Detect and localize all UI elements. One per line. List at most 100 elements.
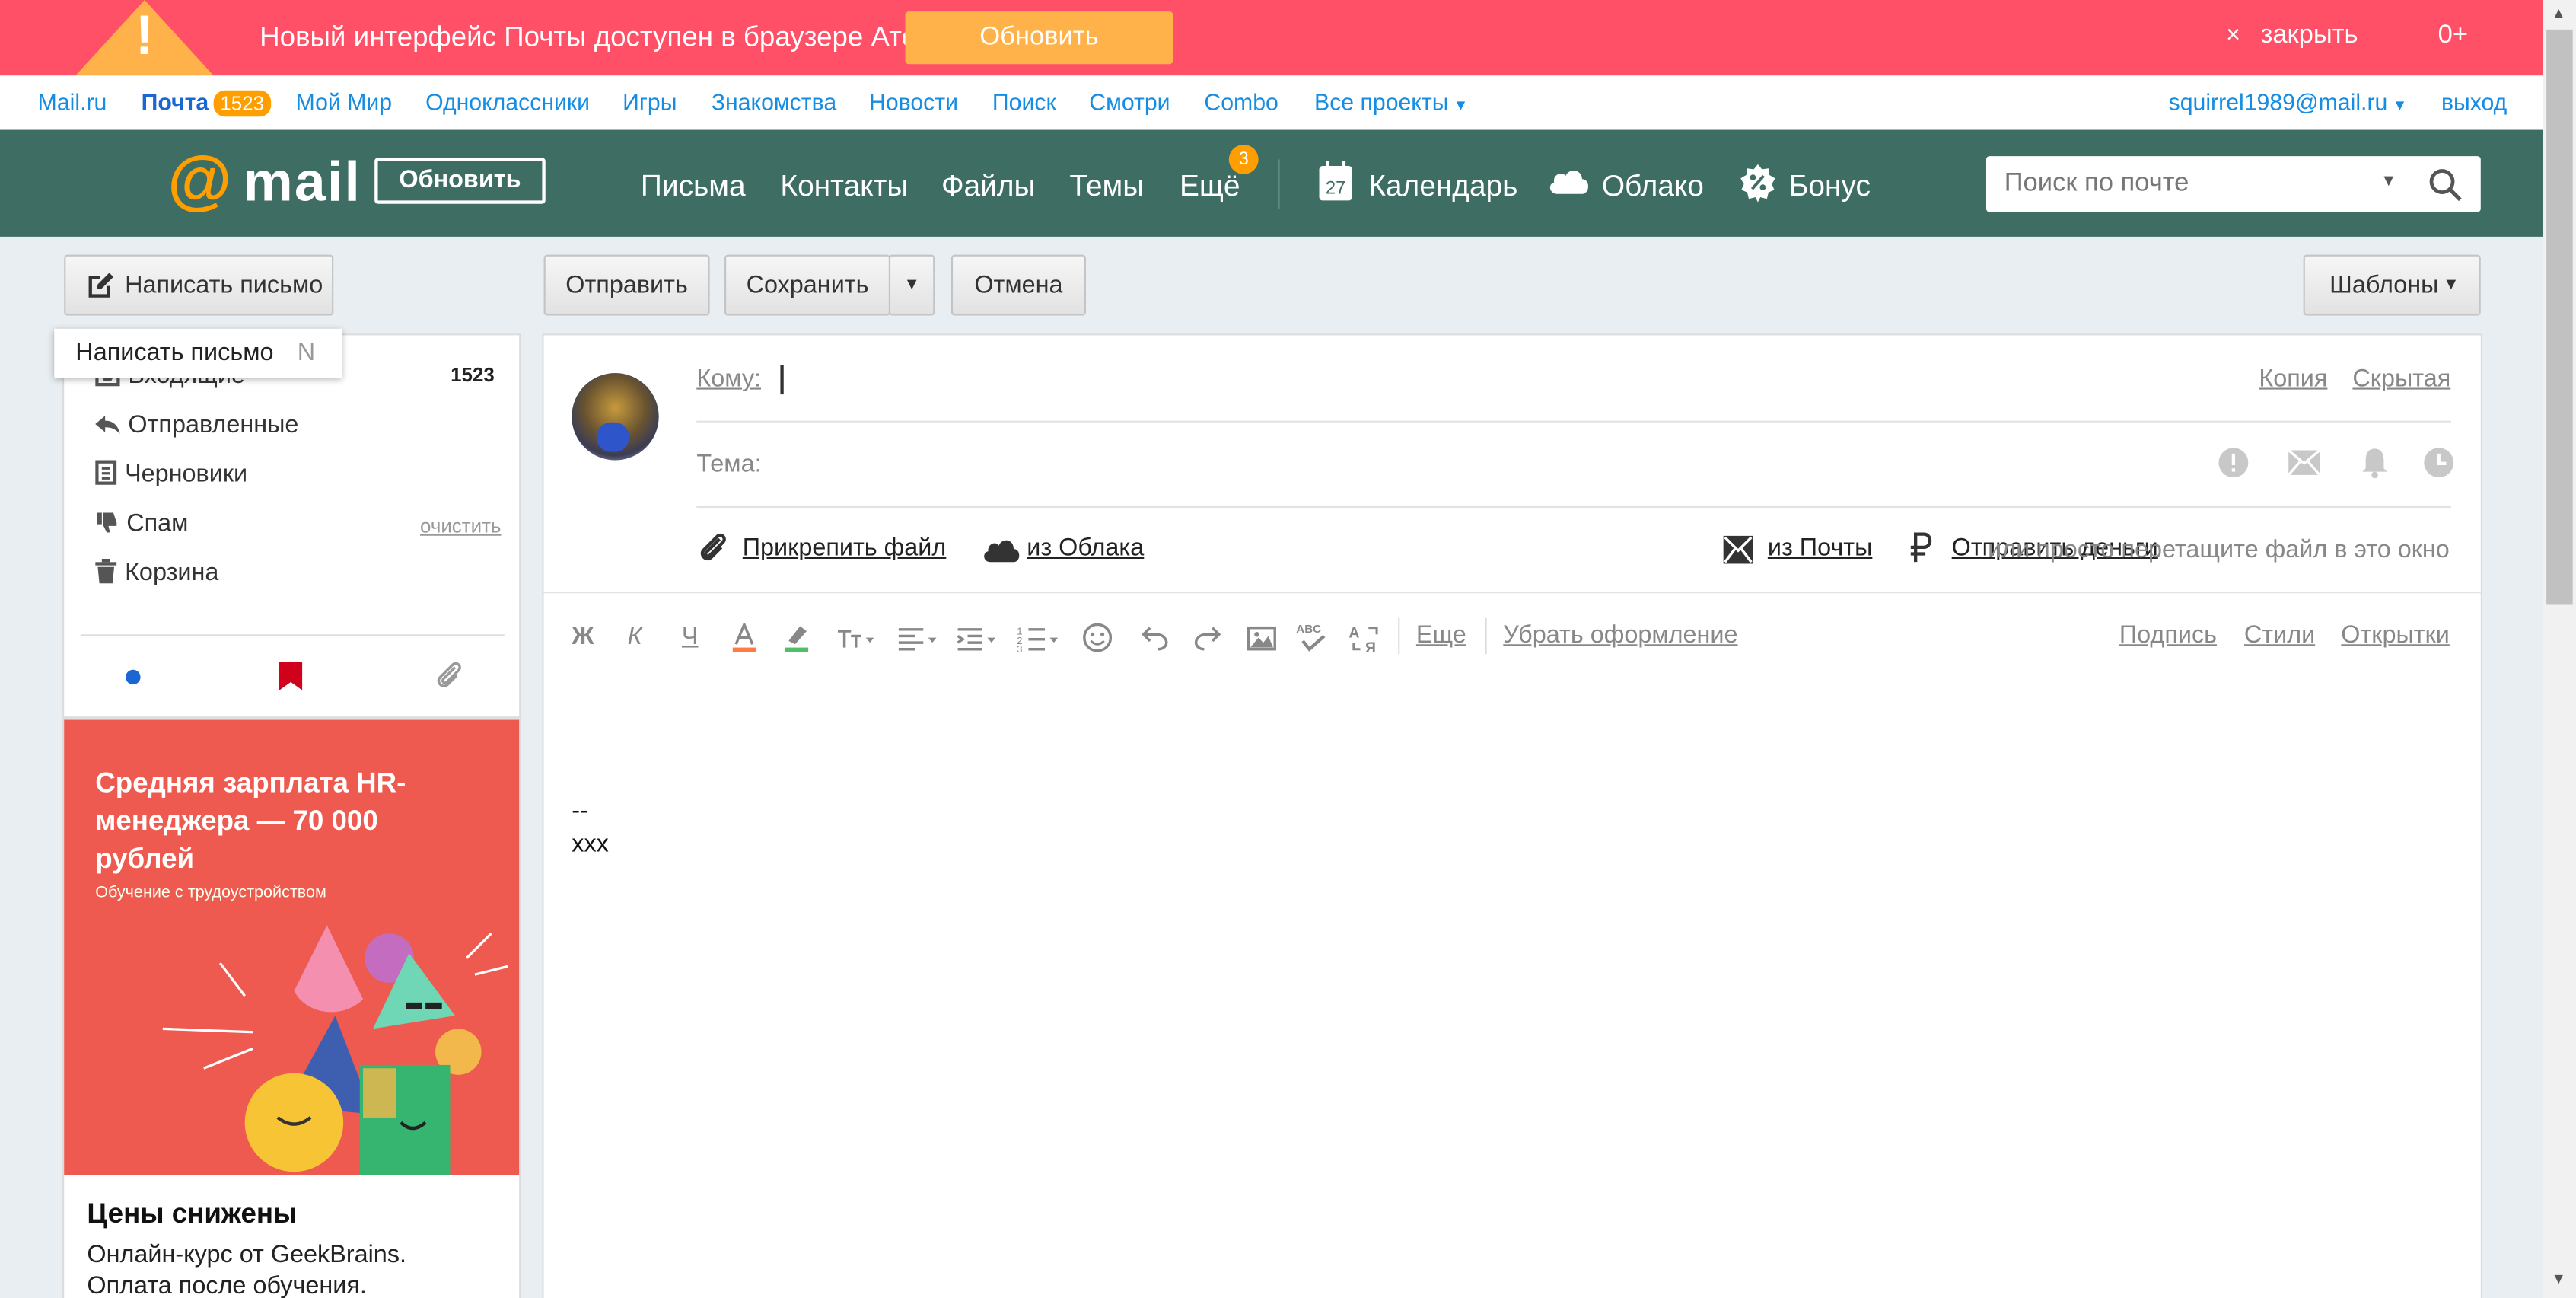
scheduled-clock-icon[interactable] — [2423, 447, 2454, 478]
search-input[interactable]: Поиск по почте — [2004, 169, 2189, 199]
bold-button[interactable]: Ж — [572, 623, 594, 651]
nav-themes[interactable]: Темы — [1069, 169, 1144, 203]
inbox-count: 1523 — [451, 363, 495, 387]
nav-calendar[interactable]: Календарь — [1368, 169, 1517, 203]
avatar-detail — [596, 422, 629, 452]
nav-letters[interactable]: Письма — [641, 169, 746, 203]
logout-link[interactable]: выход — [2441, 89, 2507, 116]
spellcheck-icon[interactable]: ABC — [1296, 621, 1329, 652]
folder-sent[interactable]: Отправленные — [95, 411, 298, 439]
portal-link-mailru[interactable]: Mail.ru — [38, 89, 107, 116]
portal-link-games[interactable]: Игры — [623, 89, 677, 116]
flag-filter-icon[interactable] — [279, 662, 303, 690]
banner-close-link[interactable]: закрыть — [2261, 21, 2358, 51]
image-icon[interactable] — [1247, 626, 1277, 651]
save-options-chevron-icon[interactable]: ▼ — [888, 254, 935, 316]
compose-tooltip: Написать письмо N — [54, 328, 342, 378]
user-menu[interactable]: squirrel1989@mail.ru ▼ — [2169, 89, 2407, 116]
portal-link-ok[interactable]: Одноклассники — [425, 89, 590, 116]
portal-link-combo[interactable]: Combo — [1204, 89, 1278, 116]
more-formatting-link[interactable]: Еще — [1416, 621, 1466, 649]
nav-cloud[interactable]: Облако — [1602, 169, 1704, 203]
save-button[interactable]: Сохранить — [724, 254, 891, 316]
undo-icon[interactable] — [1142, 627, 1168, 651]
more-count-badge: 3 — [1228, 144, 1259, 174]
compose-button[interactable]: Написать письмо — [64, 254, 334, 316]
notify-envelope-icon[interactable] — [2287, 447, 2321, 478]
bcc-link[interactable]: Скрытая — [2352, 365, 2450, 393]
search-icon[interactable] — [2428, 167, 2463, 202]
italic-button[interactable]: К — [628, 623, 642, 651]
from-cloud-link[interactable]: из Облака — [984, 534, 1144, 563]
emoji-icon[interactable] — [1083, 623, 1113, 652]
subject-label[interactable]: Тема: — [696, 451, 761, 479]
font-size-icon[interactable] — [836, 627, 876, 649]
ad-headline: Средняя зарплата HR-менеджера — 70 000 р… — [95, 767, 406, 875]
folder-drafts[interactable]: Черновики — [95, 460, 247, 488]
folder-spam[interactable]: Спам — [95, 509, 188, 537]
header-update-button[interactable]: Обновить — [374, 158, 546, 204]
text-color-icon[interactable] — [731, 623, 758, 653]
mail-search[interactable]: Поиск по почте ▼ — [1985, 156, 2481, 212]
nav-more[interactable]: Ещё — [1180, 169, 1240, 203]
signature-dash: -- — [572, 797, 588, 825]
list-icon[interactable]: 123 — [1017, 627, 1059, 653]
send-button[interactable]: Отправить — [543, 254, 710, 316]
cc-link[interactable]: Копия — [2259, 365, 2327, 393]
indent-icon[interactable] — [956, 628, 998, 651]
attachment-filter-icon[interactable] — [435, 662, 465, 692]
close-icon[interactable]: × — [2226, 21, 2240, 49]
templates-button[interactable]: Шаблоны ▼ — [2303, 254, 2481, 316]
to-label[interactable]: Кому: — [696, 365, 761, 393]
nav-contacts[interactable]: Контакты — [780, 169, 908, 203]
attach-file-link[interactable]: Прикрепить файл — [700, 533, 946, 562]
translate-icon[interactable]: AЯ — [1348, 623, 1381, 654]
portal-link-mail[interactable]: Почта 1523 — [142, 89, 271, 117]
spam-clear-link[interactable]: очистить — [420, 515, 501, 537]
portal-all-projects[interactable]: Все проекты ▼ — [1314, 89, 1468, 116]
folder-trash[interactable]: Корзина — [95, 558, 218, 587]
portal-link-dating[interactable]: Знакомства — [712, 89, 836, 116]
page-scrollbar[interactable]: ▲ ▼ — [2543, 0, 2576, 1298]
to-input[interactable] — [780, 365, 784, 395]
ad-title: Цены снижены — [87, 1198, 298, 1229]
align-icon[interactable] — [897, 628, 940, 651]
search-options-chevron-icon[interactable]: ▼ — [2380, 173, 2396, 191]
paperclip-icon — [700, 533, 726, 561]
ad-block[interactable]: Средняя зарплата HR-менеджера — 70 000 р… — [62, 718, 521, 1298]
redo-icon[interactable] — [1194, 627, 1221, 651]
unread-filter-icon[interactable] — [125, 669, 142, 686]
nav-bonus[interactable]: Бонус — [1789, 169, 1871, 203]
nav-files[interactable]: Файлы — [941, 169, 1035, 203]
message-body[interactable]: -- xxx — [572, 796, 609, 861]
portal-link-news[interactable]: Новости — [869, 89, 958, 116]
drop-hint: или просто перетащите файл в это окно — [1988, 535, 2450, 564]
importance-icon[interactable] — [2218, 447, 2249, 478]
mail-header: @ mail Обновить Письма Контакты Файлы Те… — [0, 129, 2543, 237]
reminder-bell-icon[interactable] — [2361, 447, 2389, 479]
signature-link[interactable]: Подпись — [2119, 621, 2217, 649]
cancel-button[interactable]: Отмена — [950, 254, 1086, 316]
age-rating: 0+ — [2437, 21, 2469, 49]
underline-button[interactable]: Ч — [682, 623, 699, 651]
mail-count-badge: 1523 — [213, 90, 271, 117]
banner-update-button[interactable]: Обновить — [905, 11, 1173, 65]
postcards-link[interactable]: Открытки — [2341, 621, 2450, 649]
styles-link[interactable]: Стили — [2244, 621, 2315, 649]
clear-formatting-link[interactable]: Убрать оформление — [1503, 621, 1737, 649]
scroll-up-icon[interactable]: ▲ — [2552, 5, 2566, 21]
cloud-icon — [1549, 171, 1589, 194]
logo-at: @ — [167, 144, 232, 217]
svg-text:Я: Я — [1365, 639, 1376, 654]
ad-image[interactable]: Средняя зарплата HR-менеджера — 70 000 р… — [64, 719, 520, 1175]
chevron-down-icon: ▼ — [2392, 97, 2408, 113]
from-mail-link[interactable]: из Почты — [1723, 534, 1872, 564]
portal-link-watch[interactable]: Смотри — [1089, 89, 1170, 116]
compose-form: Кому: Копия Скрытая Тема: Прикрепить фай… — [542, 333, 2482, 1298]
folder-panel: Входящие 1523 Отправленные Черновики Спа… — [62, 333, 521, 719]
portal-link-myworld[interactable]: Мой Мир — [296, 89, 392, 116]
scroll-down-icon[interactable]: ▼ — [2552, 1271, 2566, 1287]
highlight-color-icon[interactable] — [784, 623, 810, 653]
scrollbar-thumb[interactable] — [2546, 29, 2573, 605]
portal-link-search[interactable]: Поиск — [992, 89, 1056, 116]
